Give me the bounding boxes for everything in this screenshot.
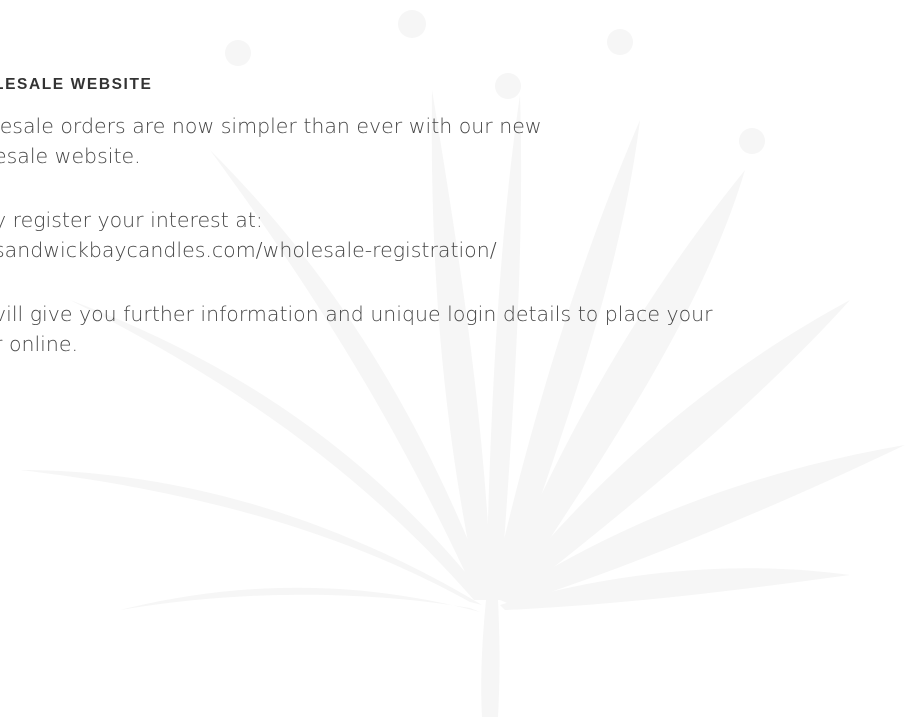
login-info-paragraph: vill give you further information and un… bbox=[0, 299, 713, 359]
registration-link[interactable]: sandwickbaycandles.com/wholesale-registr… bbox=[0, 235, 497, 265]
page: LESALE WEBSITE lesale orders are now sim… bbox=[0, 0, 922, 717]
paragraph-line: y register your interest at: bbox=[0, 208, 263, 232]
intro-paragraph: lesale orders are now simpler than ever … bbox=[0, 111, 542, 171]
paragraph-line: lesale orders are now simpler than ever … bbox=[0, 114, 542, 138]
paragraph-line: r online. bbox=[0, 332, 78, 356]
paragraph-line: esale website. bbox=[0, 144, 141, 168]
section-heading: LESALE WEBSITE bbox=[0, 76, 153, 93]
paragraph-line: vill give you further information and un… bbox=[0, 302, 713, 326]
registration-paragraph: y register your interest at: sandwickbay… bbox=[0, 205, 497, 265]
